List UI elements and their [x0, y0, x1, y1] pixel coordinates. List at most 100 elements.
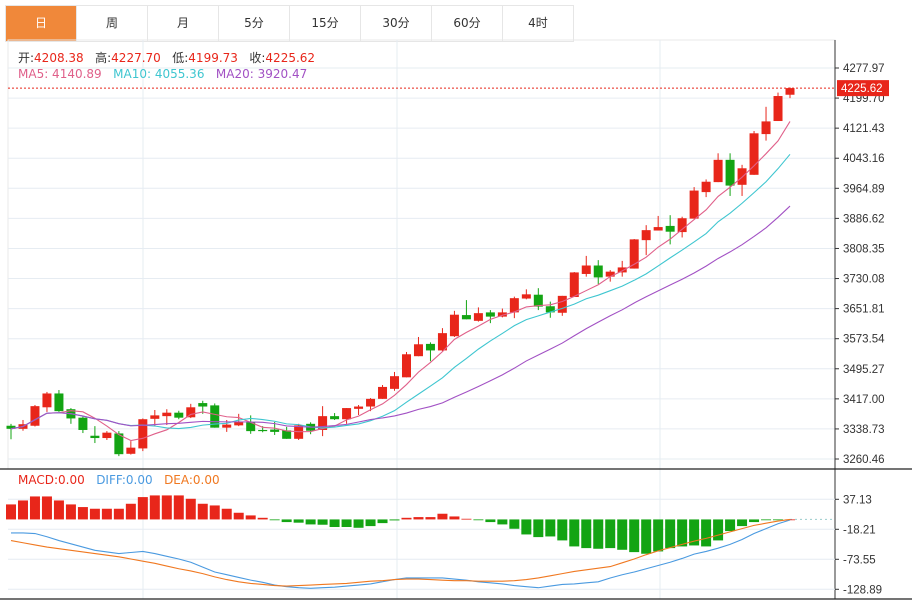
low-value: 4199.73 — [188, 51, 238, 65]
candle-body — [725, 159, 735, 186]
candle-body — [665, 225, 675, 232]
candle-body — [425, 343, 435, 351]
macd-bar — [389, 519, 400, 521]
macd-bar — [377, 519, 388, 524]
candle-body — [42, 393, 52, 408]
candle-body — [198, 403, 208, 407]
y-tick-label: 3886.62 — [843, 213, 885, 225]
macd-bar — [629, 519, 640, 553]
macd-bar — [737, 519, 748, 527]
y-tick-label: 3573.54 — [843, 334, 885, 346]
macd-bar — [6, 504, 16, 520]
main-panel-frame — [7, 39, 836, 470]
candle-body — [773, 96, 783, 122]
ma20-line — [10, 205, 791, 430]
candle-body — [653, 227, 663, 231]
macd-bar — [197, 503, 208, 520]
macd-value: MACD:0.00 — [18, 473, 85, 487]
y-tick-label: 3730.08 — [843, 274, 885, 286]
candle-body — [485, 312, 495, 317]
macd-bar — [125, 503, 136, 520]
y-tick-label: 3260.46 — [843, 454, 885, 466]
high-label: 高: — [95, 51, 112, 65]
macd-bar — [101, 508, 112, 520]
candle-body — [90, 435, 100, 439]
macd-bar — [65, 504, 76, 520]
macd-bar — [245, 515, 256, 520]
macd-bar — [329, 519, 340, 528]
macd-bar — [149, 495, 160, 520]
candle-body — [521, 294, 531, 299]
macd-bar — [545, 519, 556, 537]
macd-bar — [533, 519, 544, 538]
y-tick-label: 3651.81 — [843, 304, 885, 316]
y-tick-label: 3808.35 — [843, 243, 885, 255]
macd-y-tick-label: 37.13 — [843, 494, 872, 506]
macd-bar — [401, 517, 412, 520]
candle-body — [713, 159, 723, 183]
macd-bar — [161, 495, 172, 520]
macd-bar — [677, 519, 688, 547]
candle-body — [617, 267, 627, 273]
macd-y-tick-label: -18.21 — [843, 524, 876, 536]
macd-bar — [305, 519, 316, 525]
macd-bar — [17, 500, 28, 520]
y-tick-label: 4121.43 — [843, 123, 885, 135]
macd-bar — [137, 497, 148, 520]
candle-body — [102, 432, 112, 439]
candle-body — [689, 190, 699, 219]
macd-bar — [185, 498, 196, 520]
macd-bar — [173, 495, 184, 520]
macd-bar — [449, 516, 460, 520]
candle-body — [378, 386, 388, 399]
macd-readout: MACD:0.00 DIFF:0.00 DEA:0.00 — [18, 473, 220, 487]
y-tick-label: 3495.27 — [843, 364, 885, 376]
close-label: 收: — [249, 51, 266, 65]
open-value: 4208.38 — [34, 51, 84, 65]
ma10-value: MA10: 4055.36 — [113, 67, 205, 81]
candle-body — [222, 424, 232, 428]
candle-body — [761, 121, 771, 135]
candle-body — [533, 294, 543, 307]
candle-body — [605, 271, 615, 277]
macd-bar — [281, 519, 292, 523]
macd-bar — [617, 519, 628, 550]
y-tick-label: 4043.16 — [843, 153, 885, 165]
macd-bar — [497, 519, 508, 525]
candle-body — [449, 314, 459, 337]
macd-bar — [641, 519, 652, 554]
candle-body — [162, 412, 172, 417]
macd-bar — [557, 519, 568, 541]
candle-body — [366, 398, 376, 407]
ma5-line — [10, 121, 791, 442]
macd-bar — [605, 519, 616, 549]
candle-body — [557, 295, 567, 313]
kline-chart[interactable]: 4277.974199.704121.434043.163964.893886.… — [0, 0, 912, 603]
candle-body — [342, 408, 352, 420]
macd-bar — [593, 519, 604, 549]
candle-body — [30, 406, 40, 426]
y-tick-label: 4277.97 — [843, 63, 885, 75]
candle-body — [354, 406, 364, 409]
macd-bar — [257, 517, 268, 520]
macd-bar — [437, 513, 448, 520]
candle-body — [593, 265, 603, 278]
macd-bar — [713, 519, 724, 541]
high-value: 4227.70 — [111, 51, 161, 65]
macd-bar — [569, 519, 580, 547]
macd-bar — [653, 519, 664, 552]
last-price-label: 4225.62 — [841, 83, 883, 95]
ohlc-readout: 开:4208.38 高:4227.70 低:4199.73 收:4225.62 — [18, 49, 315, 66]
candle-body — [401, 354, 411, 378]
low-label: 低: — [172, 51, 189, 65]
candle-body — [258, 429, 268, 432]
macd-bar — [365, 519, 376, 527]
macd-bar — [293, 519, 304, 523]
macd-bar — [473, 519, 484, 521]
macd-bar — [761, 519, 772, 521]
candle-body — [150, 415, 160, 419]
candle-body — [581, 265, 591, 274]
diff-value: DIFF:0.00 — [96, 473, 153, 487]
macd-bar — [461, 518, 472, 520]
candle-body — [390, 376, 400, 389]
